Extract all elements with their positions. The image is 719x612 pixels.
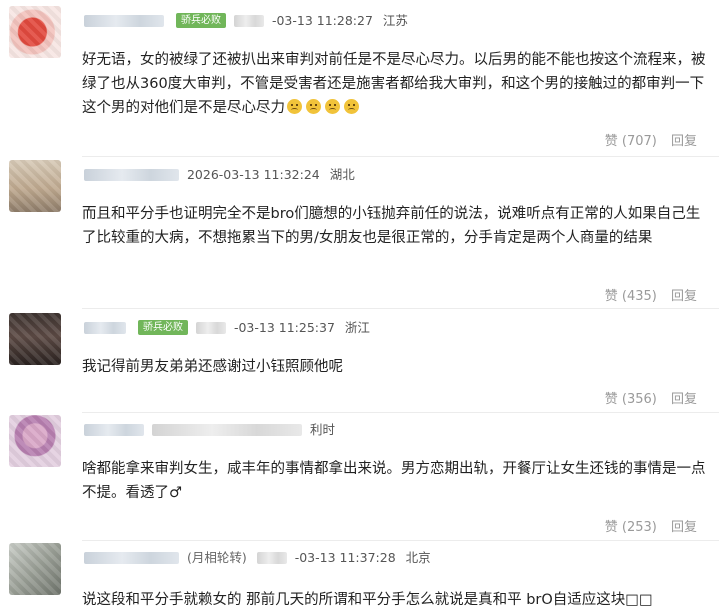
avatar[interactable] — [9, 160, 61, 212]
sad-face-icon — [344, 99, 359, 114]
divider — [82, 156, 719, 157]
emoji-group — [285, 99, 361, 116]
comment-item: 利时 啥都能拿来审判女生，咸丰年的事情都拿出来说。男方恋期出轨，开餐厅让女生还钱… — [0, 415, 719, 541]
sad-face-icon — [325, 99, 340, 114]
comment-text: 啥都能拿来审判女生，咸丰年的事情都拿出来说。男方恋期出轨，开餐厅让女生还钱的事情… — [82, 461, 706, 501]
comment-location: 江苏 — [382, 12, 408, 28]
comment-meta: 利时 — [84, 419, 335, 439]
sad-face-icon — [287, 99, 302, 114]
comment-item: 2026-03-13 11:32:24 湖北 而且和平分手也证明完全不是bro们… — [0, 160, 719, 310]
comment-datetime: -03-13 11:37:28 — [294, 549, 396, 565]
comment-item: 骄兵必败 -03-13 11:28:27 江苏 好无语，女的被绿了还被扒出来审判… — [0, 6, 719, 157]
avatar[interactable] — [9, 313, 61, 365]
divider — [82, 412, 719, 413]
comment-feed: 骄兵必败 -03-13 11:28:27 江苏 好无语，女的被绿了还被扒出来审判… — [0, 0, 719, 610]
like-button[interactable]: 赞 (707) — [605, 130, 657, 149]
reply-button[interactable]: 回复 — [671, 388, 697, 407]
reply-button[interactable]: 回复 — [671, 516, 697, 535]
user-badge: 骄兵必败 — [175, 13, 226, 28]
avatar[interactable] — [9, 543, 61, 595]
comment-text: 好无语，女的被绿了还被扒出来审判对前任是不是尽心尽力。以后男的能不能也按这个流程… — [82, 48, 710, 120]
comment-location: 浙江 — [344, 319, 370, 335]
comment-meta: 2026-03-13 11:32:24 湖北 — [84, 164, 355, 184]
comment-text: 而且和平分手也证明完全不是bro们臆想的小钰抛弃前任的说法，说难听点有正常的人如… — [82, 206, 701, 246]
sad-face-icon — [306, 99, 321, 114]
comment-actions: 赞 (356) 回复 — [605, 388, 697, 407]
username-blurred[interactable] — [84, 423, 144, 436]
comment-location: 北京 — [405, 549, 431, 565]
comment-text: 说这段和平分手就赖女的 那前几天的所谓和平分手怎么就说是真和平 brO自适应这块… — [82, 592, 653, 608]
comment-location: 利时 — [309, 421, 335, 437]
avatar[interactable] — [9, 415, 61, 467]
username-blurred[interactable] — [84, 14, 164, 27]
username-blurred[interactable] — [84, 551, 179, 564]
comment-body: 好无语，女的被绿了还被扒出来审判对前任是不是尽心尽力。以后男的能不能也按这个流程… — [82, 52, 706, 116]
comment-item: 骄兵必败 -03-13 11:25:37 浙江 我记得前男友弟弟还感谢过小钰照顾… — [0, 313, 719, 413]
comment-meta: 骄兵必败 -03-13 11:28:27 江苏 — [84, 10, 408, 30]
comment-datetime: -03-13 11:28:27 — [271, 12, 373, 28]
username-blurred[interactable] — [84, 321, 126, 334]
user-badge: 骄兵必败 — [137, 320, 188, 335]
comment-actions: 赞 (707) 回复 — [605, 130, 697, 149]
comment-text: 我记得前男友弟弟还感谢过小钰照顾他呢 — [82, 359, 343, 375]
avatar[interactable] — [9, 6, 61, 58]
like-button[interactable]: 赞 (253) — [605, 516, 657, 535]
comment-meta: 骄兵必败 -03-13 11:25:37 浙江 — [84, 317, 370, 337]
date-prefix-blurred — [256, 551, 287, 564]
comment-actions: 赞 (253) 回复 — [605, 516, 697, 535]
divider — [82, 308, 719, 309]
comment-meta: (月相轮转) -03-13 11:37:28 北京 — [84, 547, 431, 567]
comment-item: (月相轮转) -03-13 11:37:28 北京 说这段和平分手就赖女的 那前… — [0, 543, 719, 610]
date-prefix-blurred — [233, 14, 264, 27]
user-tag: (月相轮转) — [186, 549, 247, 565]
comment-actions: 赞 (435) 回复 — [605, 285, 697, 304]
divider — [82, 540, 719, 541]
reply-button[interactable]: 回复 — [671, 130, 697, 149]
comment-location: 湖北 — [329, 166, 355, 182]
username-blurred[interactable] — [84, 168, 179, 181]
name-blurred — [151, 423, 302, 436]
comment-datetime: 2026-03-13 11:32:24 — [186, 166, 320, 182]
date-prefix-blurred — [195, 321, 226, 334]
comment-datetime: -03-13 11:25:37 — [233, 319, 335, 335]
reply-button[interactable]: 回复 — [671, 285, 697, 304]
like-button[interactable]: 赞 (435) — [605, 285, 657, 304]
like-button[interactable]: 赞 (356) — [605, 388, 657, 407]
